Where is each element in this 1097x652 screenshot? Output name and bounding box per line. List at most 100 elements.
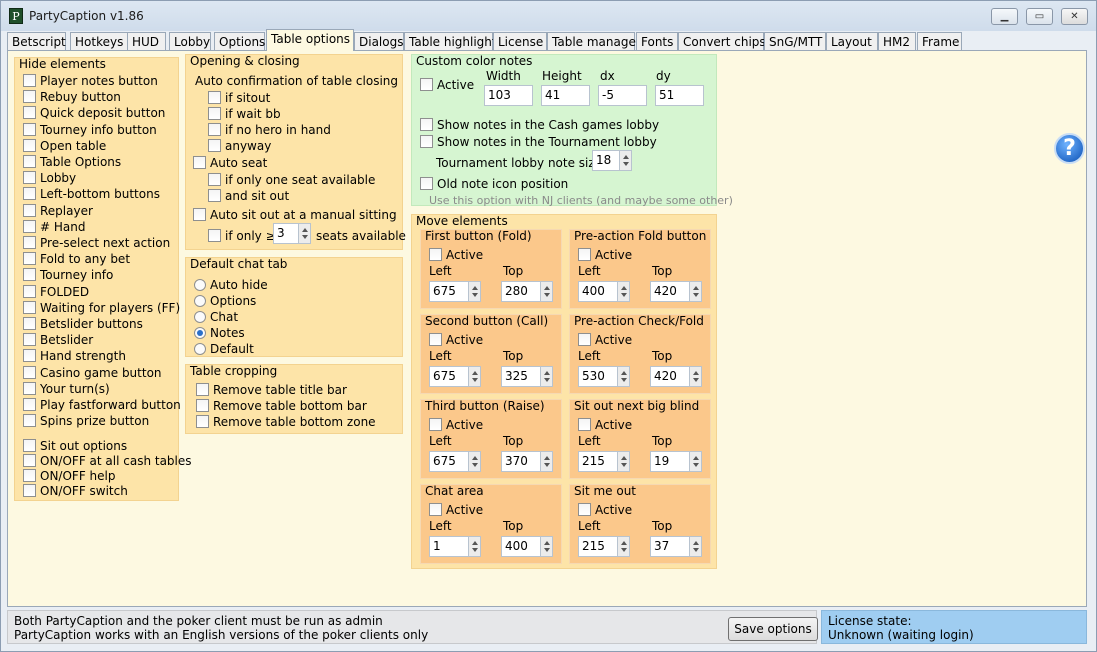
chat-chat-radio[interactable]: Chat bbox=[194, 309, 238, 325]
checkbox-box[interactable] bbox=[193, 156, 206, 169]
checkbox-box[interactable] bbox=[23, 349, 36, 363]
hide-item-checkbox[interactable]: Pre-select next action bbox=[23, 235, 170, 251]
checkbox-box[interactable] bbox=[420, 78, 433, 91]
tab-hm2[interactable]: HM2 bbox=[878, 32, 916, 51]
show-cash-notes-checkbox[interactable]: Show notes in the Cash games lobby bbox=[420, 117, 659, 133]
hide-item-checkbox[interactable]: Tourney info button bbox=[23, 122, 157, 138]
tab-convert-chips[interactable]: Convert chips bbox=[678, 32, 766, 51]
note-height-input[interactable]: 41 bbox=[541, 85, 590, 106]
left-spinner[interactable] bbox=[468, 366, 481, 387]
hide-item-checkbox[interactable]: Betslider buttons bbox=[23, 316, 143, 332]
move-active-checkbox[interactable]: Active bbox=[578, 247, 632, 263]
checkbox-box[interactable] bbox=[23, 171, 36, 185]
and-sit-out-checkbox[interactable]: and sit out bbox=[208, 188, 289, 204]
hide-item-checkbox[interactable]: Rebuy button bbox=[23, 89, 121, 105]
checkbox-box[interactable] bbox=[23, 138, 36, 152]
top-input[interactable]: 37 bbox=[650, 536, 690, 557]
checkbox-box[interactable] bbox=[578, 503, 591, 516]
if-no-hero-checkbox[interactable]: if no hero in hand bbox=[208, 122, 331, 138]
checkbox-box[interactable] bbox=[23, 155, 36, 168]
hide-item-checkbox[interactable]: Table Options bbox=[23, 154, 121, 170]
hide-item-checkbox[interactable]: Quick deposit button bbox=[23, 105, 165, 121]
maximize-button[interactable]: ▭ bbox=[1026, 8, 1053, 25]
hide-item-checkbox[interactable]: # Hand bbox=[23, 219, 85, 235]
checkbox-box[interactable] bbox=[420, 177, 433, 190]
show-tourney-notes-checkbox[interactable]: Show notes in the Tournament lobby bbox=[420, 134, 657, 150]
checkbox-box[interactable] bbox=[23, 187, 36, 201]
checkbox-box[interactable] bbox=[23, 484, 36, 497]
checkbox-box[interactable] bbox=[23, 469, 36, 482]
seats-count-input[interactable]: 3 bbox=[273, 223, 299, 244]
tab-frame[interactable]: Frame bbox=[917, 32, 962, 51]
color-notes-active-checkbox[interactable]: Active bbox=[420, 77, 474, 93]
top-input[interactable]: 19 bbox=[650, 451, 690, 472]
remove-bottom-bar-checkbox[interactable]: Remove table bottom bar bbox=[196, 398, 367, 414]
top-input[interactable]: 325 bbox=[501, 366, 541, 387]
chat-notes-radio[interactable]: Notes bbox=[194, 325, 245, 341]
checkbox-box[interactable] bbox=[23, 203, 36, 217]
hide-item-checkbox[interactable]: Hand strength bbox=[23, 348, 126, 364]
checkbox-box[interactable] bbox=[578, 333, 591, 346]
checkbox-box[interactable] bbox=[208, 91, 221, 104]
checkbox-box[interactable] bbox=[193, 208, 206, 221]
left-input[interactable]: 530 bbox=[578, 366, 618, 387]
hide-item-checkbox[interactable]: FOLDED bbox=[23, 284, 89, 300]
checkbox-box[interactable] bbox=[23, 252, 36, 266]
hide-item-checkbox[interactable]: Fold to any bet bbox=[23, 251, 130, 267]
hide-item-checkbox[interactable]: Tourney info bbox=[23, 267, 113, 283]
radio-dot[interactable] bbox=[194, 311, 206, 323]
checkbox-box[interactable] bbox=[23, 219, 36, 233]
note-dy-input[interactable]: 51 bbox=[655, 85, 704, 106]
checkbox-box[interactable] bbox=[23, 317, 36, 330]
hide-item-checkbox[interactable]: Open table bbox=[23, 138, 106, 154]
tab-table-manager[interactable]: Table manager bbox=[547, 32, 641, 51]
chat-options-radio[interactable]: Options bbox=[194, 293, 256, 309]
left-input[interactable]: 675 bbox=[429, 366, 469, 387]
left-spinner[interactable] bbox=[468, 536, 481, 557]
only-one-seat-checkbox[interactable]: if only one seat available bbox=[208, 172, 375, 188]
left-spinner[interactable] bbox=[468, 281, 481, 302]
top-spinner[interactable] bbox=[689, 536, 702, 557]
checkbox-box[interactable] bbox=[23, 454, 36, 467]
left-spinner[interactable] bbox=[617, 536, 630, 557]
move-active-checkbox[interactable]: Active bbox=[429, 417, 483, 433]
top-spinner[interactable] bbox=[689, 366, 702, 387]
remove-bottom-zone-checkbox[interactable]: Remove table bottom zone bbox=[196, 414, 376, 430]
auto-seat-checkbox[interactable]: Auto seat bbox=[193, 155, 267, 171]
checkbox-box[interactable] bbox=[420, 135, 433, 148]
checkbox-box[interactable] bbox=[23, 122, 36, 136]
left-input[interactable]: 675 bbox=[429, 281, 469, 302]
help-icon[interactable]: ? bbox=[1054, 133, 1085, 164]
move-active-checkbox[interactable]: Active bbox=[429, 332, 483, 348]
checkbox-box[interactable] bbox=[23, 268, 36, 282]
hide-item-checkbox[interactable]: Play fastforward button bbox=[23, 397, 181, 413]
note-dx-input[interactable]: -5 bbox=[598, 85, 647, 106]
top-spinner[interactable] bbox=[540, 366, 553, 387]
checkbox-box[interactable] bbox=[429, 333, 442, 346]
hide-item-checkbox[interactable]: Casino game button bbox=[23, 365, 162, 381]
tab-options[interactable]: Options bbox=[214, 32, 265, 51]
radio-dot[interactable] bbox=[194, 343, 206, 355]
radio-dot-selected[interactable] bbox=[194, 327, 206, 339]
checkbox-box[interactable] bbox=[208, 229, 221, 242]
move-active-checkbox[interactable]: Active bbox=[578, 332, 632, 348]
seats-count-spinner[interactable] bbox=[298, 223, 311, 244]
close-button[interactable]: ✕ bbox=[1061, 8, 1088, 25]
top-input[interactable]: 280 bbox=[501, 281, 541, 302]
checkbox-box[interactable] bbox=[23, 439, 36, 452]
move-active-checkbox[interactable]: Active bbox=[578, 417, 632, 433]
checkbox-box[interactable] bbox=[208, 107, 221, 120]
hide-item-checkbox[interactable]: Player notes button bbox=[23, 73, 158, 89]
tab-layout[interactable]: Layout bbox=[826, 32, 878, 51]
tourney-note-size-spinner[interactable] bbox=[619, 150, 632, 171]
hide-toggle-checkbox[interactable]: ON/OFF help bbox=[23, 468, 115, 484]
checkbox-box[interactable] bbox=[208, 123, 221, 136]
tab-hotkeys[interactable]: Hotkeys bbox=[70, 32, 128, 51]
hide-toggle-checkbox[interactable]: ON/OFF switch bbox=[23, 483, 128, 499]
top-input[interactable]: 420 bbox=[650, 281, 690, 302]
tab-betscript[interactable]: Betscript bbox=[7, 32, 66, 51]
top-input[interactable]: 400 bbox=[501, 536, 541, 557]
checkbox-box[interactable] bbox=[578, 418, 591, 431]
if-sitout-checkbox[interactable]: if sitout bbox=[208, 90, 270, 106]
checkbox-box[interactable] bbox=[23, 284, 36, 298]
